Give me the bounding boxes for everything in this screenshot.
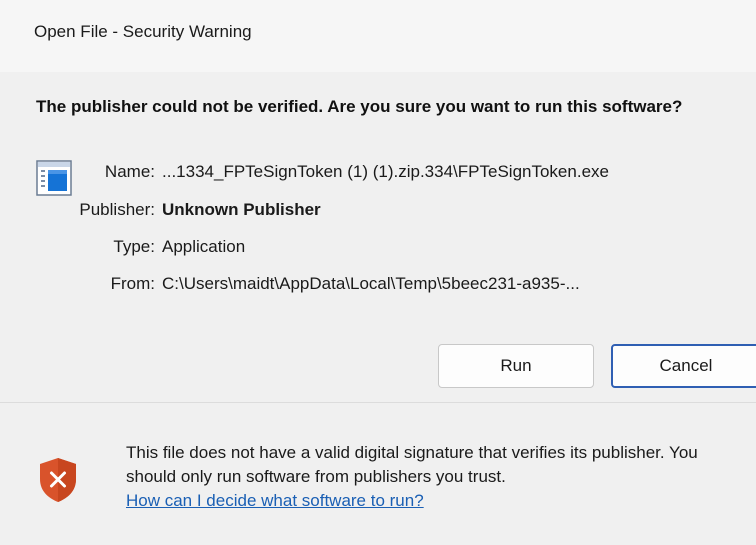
security-warning-dialog: Open File - Security Warning The publish… <box>0 0 756 545</box>
run-button[interactable]: Run <box>438 344 594 388</box>
dialog-footer: This file does not have a valid digital … <box>0 403 756 545</box>
cancel-button[interactable]: Cancel <box>611 344 756 388</box>
shield-warning-icon <box>40 458 76 502</box>
name-label: Name: <box>104 162 155 181</box>
signature-warning-text: This file does not have a valid digital … <box>126 441 746 513</box>
publisher-label: Publisher: <box>79 200 155 219</box>
publisher-value: Unknown Publisher <box>162 200 321 219</box>
name-value: ...1334_FPTeSignToken (1) (1).zip.334\FP… <box>162 162 609 181</box>
type-value: Application <box>162 237 246 256</box>
from-label: From: <box>110 274 155 293</box>
type-label: Type: <box>113 237 155 256</box>
warning-message: This file does not have a valid digital … <box>126 443 698 486</box>
help-link[interactable]: How can I decide what software to run? <box>126 491 424 510</box>
from-value: C:\Users\maidt\AppData\Local\Temp\5beec2… <box>162 274 580 293</box>
title-bar[interactable]: Open File - Security Warning <box>0 0 756 72</box>
warning-headline: The publisher could not be verified. Are… <box>36 97 683 116</box>
dialog-content: The publisher could not be verified. Are… <box>0 72 756 402</box>
window-title: Open File - Security Warning <box>34 22 252 41</box>
